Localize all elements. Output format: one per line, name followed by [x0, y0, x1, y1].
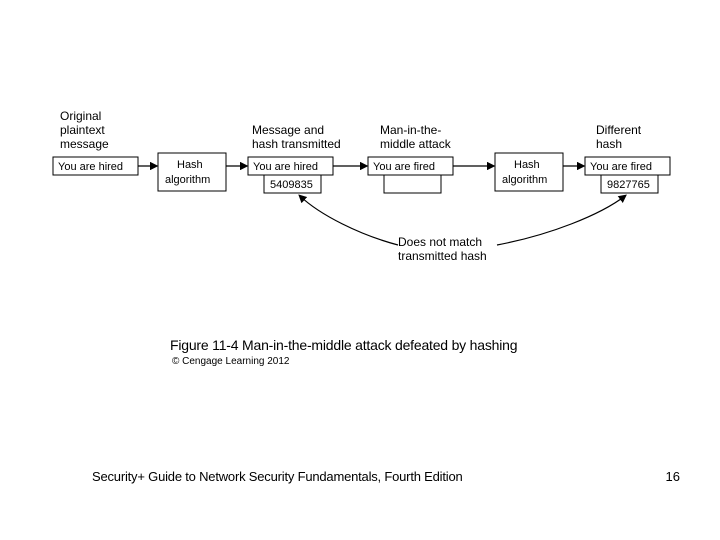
box-mitm: You are fired	[368, 157, 453, 193]
svg-text:You are fired: You are fired	[373, 161, 435, 173]
svg-text:You are fired: You are fired	[590, 161, 652, 173]
page-number: 16	[666, 469, 680, 484]
svg-text:message: message	[60, 137, 109, 151]
box-hash-alg-2: Hash algorithm	[495, 153, 563, 191]
svg-text:middle attack: middle attack	[380, 137, 452, 151]
svg-text:Hash: Hash	[514, 159, 540, 171]
arrow-nomatch-left	[300, 196, 398, 245]
svg-text:transmitted hash: transmitted hash	[398, 249, 487, 263]
label-no-match: Does not match transmitted hash	[398, 235, 487, 263]
box-hash-alg-1: Hash algorithm	[158, 153, 226, 191]
svg-text:Hash: Hash	[177, 159, 203, 171]
svg-text:Man-in-the-: Man-in-the-	[380, 123, 441, 137]
figure-caption: Figure 11-4 Man-in-the-middle attack def…	[170, 337, 517, 353]
label-diff-hash: Different hash	[596, 123, 642, 151]
box-plaintext: You are hired	[53, 157, 138, 175]
copyright-text: © Cengage Learning 2012	[172, 356, 289, 367]
svg-text:You are hired: You are hired	[58, 161, 123, 173]
svg-text:algorithm: algorithm	[502, 174, 547, 186]
label-msg-hash: Message and hash transmitted	[252, 123, 341, 151]
svg-text:Original: Original	[60, 109, 101, 123]
svg-text:Message and: Message and	[252, 123, 324, 137]
arrow-nomatch-right	[497, 196, 625, 245]
svg-text:hash: hash	[596, 137, 622, 151]
svg-text:plaintext: plaintext	[60, 123, 105, 137]
svg-text:9827765: 9827765	[607, 179, 650, 191]
svg-text:You are hired: You are hired	[253, 161, 318, 173]
label-mitm: Man-in-the- middle attack	[380, 123, 452, 151]
svg-text:Does not match: Does not match	[398, 235, 482, 249]
label-original: Original plaintext message	[60, 109, 109, 151]
svg-text:5409835: 5409835	[270, 179, 313, 191]
svg-text:Different: Different	[596, 123, 642, 137]
box-different-hash: You are fired 9827765	[585, 157, 670, 193]
footer-text: Security+ Guide to Network Security Fund…	[92, 469, 463, 484]
box-transmitted: You are hired 5409835	[248, 157, 333, 193]
svg-text:hash transmitted: hash transmitted	[252, 137, 341, 151]
svg-text:algorithm: algorithm	[165, 174, 210, 186]
